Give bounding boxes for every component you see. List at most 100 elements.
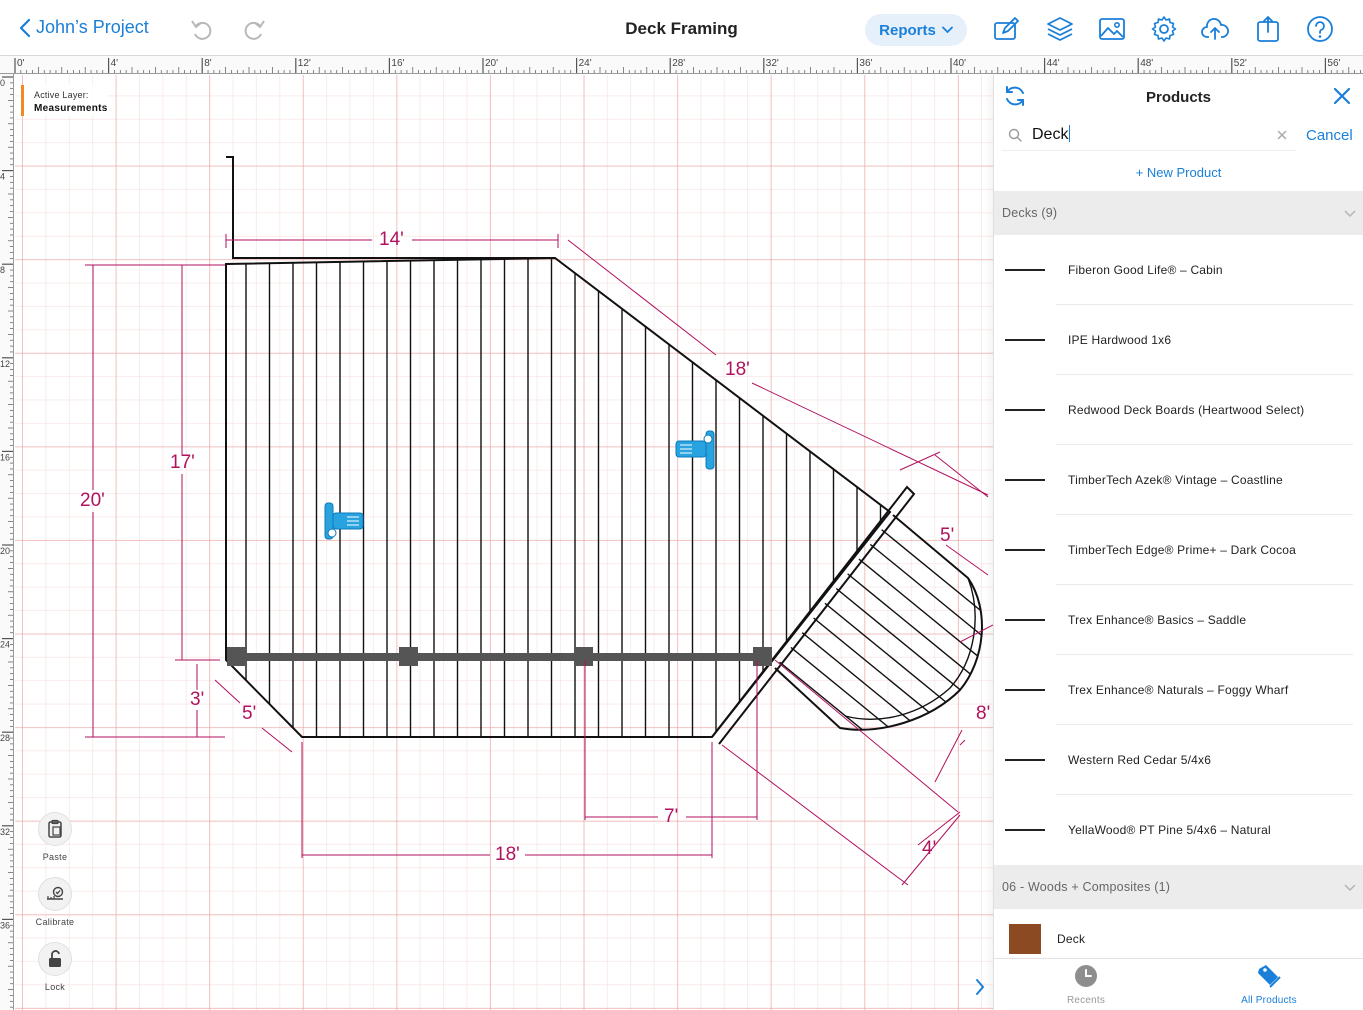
- tab-all-products-label: All Products: [1241, 995, 1297, 1006]
- ruler-label: 16': [391, 58, 404, 69]
- ruler-label: 24': [579, 58, 592, 69]
- bay-board-group: [775, 515, 982, 730]
- bay-board: [837, 517, 982, 666]
- product-line-swatch: [1005, 619, 1045, 621]
- list-item[interactable]: Trex Enhance® Basics – Saddle: [994, 585, 1363, 655]
- dim-label-left-inner: 17': [170, 452, 195, 473]
- tab-all-products[interactable]: All Products: [1194, 963, 1344, 1006]
- help-icon[interactable]: [1306, 15, 1334, 43]
- ruler-label: 28': [672, 58, 685, 69]
- joist-group: [245, 258, 882, 737]
- product-name: YellaWood® PT Pine 5/4x6 – Natural: [1068, 823, 1271, 837]
- new-product-button[interactable]: + New Product: [994, 165, 1363, 180]
- reports-label: Reports: [879, 21, 936, 39]
- product-line-swatch: [1005, 409, 1045, 411]
- active-layer-label: Active Layer:: [34, 90, 89, 100]
- bay-board: [782, 592, 964, 730]
- tag-icon: [1258, 965, 1281, 988]
- product-line-swatch: [1005, 269, 1045, 271]
- ruler-label: 0: [0, 78, 5, 88]
- undo-icon[interactable]: [189, 17, 215, 43]
- chevron-right-icon[interactable]: [973, 976, 987, 998]
- product-line-swatch: [1005, 549, 1045, 551]
- image-icon[interactable]: [1098, 15, 1126, 43]
- product-line-swatch: [1005, 479, 1045, 481]
- product-name: Trex Enhance® Naturals – Foggy Wharf: [1068, 683, 1289, 697]
- product-line-swatch: [1005, 759, 1045, 761]
- list-item[interactable]: Western Red Cedar 5/4x6: [994, 725, 1363, 795]
- product-name: Fiberon Good Life® – Cabin: [1068, 263, 1223, 277]
- layers-icon[interactable]: [1046, 15, 1074, 43]
- dim-label-bay-side: 5': [940, 525, 954, 546]
- dim-label-left-outer: 20': [80, 490, 105, 511]
- product-line-swatch: [1005, 339, 1045, 341]
- ruler-label: 56': [1327, 58, 1340, 69]
- bay-board: [775, 637, 931, 730]
- ruler-label: 4': [111, 58, 119, 69]
- edit-icon[interactable]: [993, 15, 1021, 43]
- section-woods-composites[interactable]: 06 - Woods + Composites (1): [994, 865, 1363, 909]
- list-item[interactable]: IPE Hardwood 1x6: [994, 305, 1363, 375]
- dimension-line: [899, 451, 941, 471]
- cloud-upload-icon[interactable]: [1201, 15, 1229, 43]
- joist-hanger-icon[interactable]: [324, 502, 364, 540]
- cancel-search-button[interactable]: Cancel: [1306, 127, 1353, 144]
- bay-board: [775, 622, 942, 730]
- ruler-label: 12': [298, 58, 311, 69]
- calibrate-tool[interactable]: Calibrate: [33, 877, 77, 927]
- lock-tool[interactable]: Lock: [33, 942, 77, 992]
- dim-label-beam-gap: 7': [664, 806, 678, 827]
- panel-tab-bar: Recents All Products: [994, 958, 1363, 1010]
- paste-tool[interactable]: Paste: [33, 812, 77, 862]
- product-line-swatch: [1005, 689, 1045, 691]
- list-item[interactable]: Redwood Deck Boards (Heartwood Select): [994, 375, 1363, 445]
- dimension-line: [751, 382, 989, 496]
- ruler-label: 12: [0, 359, 10, 369]
- dimension-line: [959, 739, 966, 746]
- dim-label-bottom-chamfer: 5': [242, 703, 256, 724]
- products-header: Products: [994, 75, 1363, 119]
- reports-button[interactable]: Reports: [865, 14, 967, 46]
- deck-outline[interactable]: [225, 256, 892, 738]
- drawing-canvas[interactable]: 14' 18' 20' 17' 3' 5' 18' 7' 5' 8' 4' Ac…: [15, 75, 993, 1010]
- lock-icon: [49, 950, 61, 967]
- product-search-input[interactable]: Deck: [1002, 119, 1296, 151]
- clear-search-icon[interactable]: [1276, 129, 1288, 141]
- dim-label-top-width: 14': [379, 229, 404, 250]
- back-button[interactable]: John’s Project: [18, 17, 149, 38]
- list-item[interactable]: TimberTech Edge® Prime+ – Dark Cocoa: [994, 515, 1363, 585]
- clock-icon: [1075, 965, 1097, 987]
- bay-rim: [711, 485, 916, 745]
- ruler-label: 16: [0, 452, 10, 462]
- product-name: TimberTech Azek® Vintage – Coastline: [1068, 473, 1283, 487]
- ruler-label: 36': [859, 58, 872, 69]
- refresh-icon[interactable]: [1003, 84, 1027, 108]
- deck-framing-plan[interactable]: 14' 18' 20' 17' 3' 5' 18' 7' 5' 8' 4': [15, 75, 993, 1010]
- dimension-line: [214, 679, 241, 704]
- list-item[interactable]: TimberTech Azek® Vintage – Coastline: [994, 445, 1363, 515]
- active-layer-indicator[interactable]: Active Layer: Measurements: [21, 85, 108, 116]
- share-icon[interactable]: [1254, 15, 1282, 43]
- search-value: Deck: [1032, 125, 1276, 144]
- dimension-line: [721, 744, 909, 886]
- chevron-down-icon: [1344, 210, 1356, 218]
- tab-recents[interactable]: Recents: [1011, 963, 1161, 1006]
- gear-icon[interactable]: [1150, 15, 1178, 43]
- joist-hanger-icon[interactable]: [675, 430, 715, 470]
- dim-label-bottom-offset: 3': [190, 689, 204, 710]
- list-item[interactable]: Trex Enhance® Naturals – Foggy Wharf: [994, 655, 1363, 725]
- list-item[interactable]: YellaWood® PT Pine 5/4x6 – Natural: [994, 795, 1363, 865]
- ruler-label: 32': [766, 58, 779, 69]
- section-decks[interactable]: Decks (9): [994, 191, 1363, 235]
- list-item[interactable]: Fiberon Good Life® – Cabin: [994, 235, 1363, 305]
- product-name: Deck: [1057, 932, 1086, 946]
- ruler-left: 0 4 8 12 16 20 24 28 32 36: [0, 74, 14, 1010]
- dim-label-bay-bottom: 4': [922, 838, 936, 859]
- product-name: Western Red Cedar 5/4x6: [1068, 753, 1212, 767]
- close-icon[interactable]: [1333, 87, 1351, 105]
- top-toolbar: John’s Project Deck Framing Reports: [0, 0, 1363, 56]
- products-panel: Products Deck Cancel + New Product Decks…: [993, 75, 1363, 1010]
- ruler-label: 24: [0, 640, 10, 650]
- redo-icon[interactable]: [241, 17, 267, 43]
- bay-board: [775, 607, 953, 730]
